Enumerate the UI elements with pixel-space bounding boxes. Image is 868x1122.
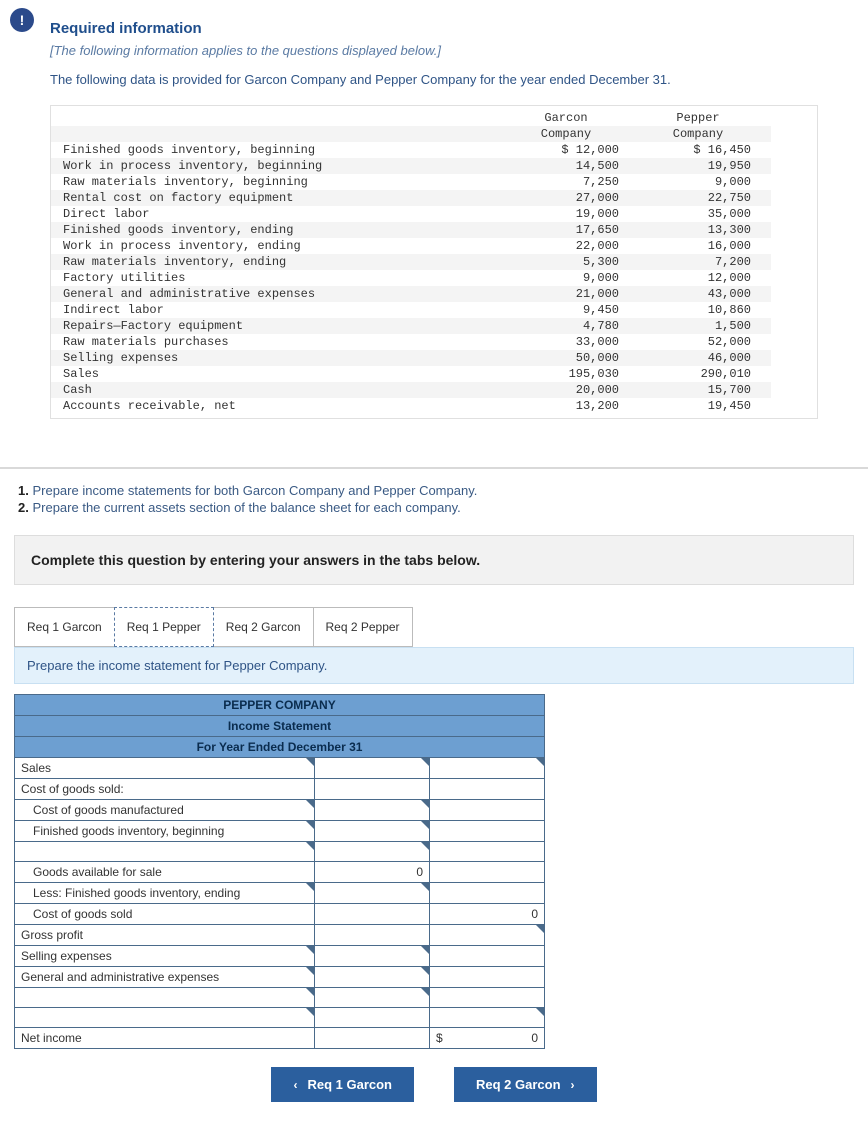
data-row: Sales195,030290,010 [51, 366, 771, 382]
divider [0, 467, 868, 469]
data-header-row: CompanyCompany [51, 126, 771, 142]
instruction-box: Complete this question by entering your … [14, 535, 854, 585]
row-cogs-value: 0 [430, 904, 545, 925]
cell-blank [315, 925, 430, 946]
row-blank-label[interactable] [15, 842, 315, 862]
cell-blank [430, 883, 545, 904]
cell-blank [315, 1008, 430, 1028]
row-gaexp-label[interactable]: General and administrative expenses [15, 967, 315, 988]
data-row: Work in process inventory, ending22,0001… [51, 238, 771, 254]
prev-button-label: Req 1 Garcon [307, 1077, 392, 1092]
data-row: Raw materials purchases33,00052,000 [51, 334, 771, 350]
prev-button[interactable]: ‹ Req 1 Garcon [271, 1067, 414, 1102]
cell-blank [430, 800, 545, 821]
row-cogm-label[interactable]: Cost of goods manufactured [15, 800, 315, 821]
row-sellexp-label[interactable]: Selling expenses [15, 946, 315, 967]
task-1: 1. Prepare income statements for both Ga… [18, 483, 854, 498]
row-blank3-input[interactable] [430, 1008, 545, 1028]
answer-title-header: Income Statement [15, 716, 545, 737]
row-cogs-label: Cost of goods sold [15, 904, 315, 925]
row-sellexp-input[interactable] [315, 946, 430, 967]
answer-period-header: For Year Ended December 31 [15, 737, 545, 758]
row-sales-input1[interactable] [315, 758, 430, 779]
row-gafs-label: Goods available for sale [15, 862, 315, 883]
sub-instruction: Prepare the income statement for Pepper … [14, 647, 854, 684]
row-ni-label: Net income [15, 1028, 315, 1049]
data-row: Rental cost on factory equipment27,00022… [51, 190, 771, 206]
data-header-row: GarconPepper [51, 110, 771, 126]
data-row: Work in process inventory, beginning14,5… [51, 158, 771, 174]
cell-blank [430, 862, 545, 883]
row-blank2-label[interactable] [15, 988, 315, 1008]
tab-req2-pepper[interactable]: Req 2 Pepper [313, 607, 413, 647]
intro-text: The following data is provided for Garco… [50, 72, 818, 87]
data-row: General and administrative expenses21,00… [51, 286, 771, 302]
row-blank2-input[interactable] [315, 988, 430, 1008]
row-gp-input[interactable] [430, 925, 545, 946]
row-lessfgend-label[interactable]: Less: Finished goods inventory, ending [15, 883, 315, 904]
question-stem: Required information [The following info… [0, 0, 868, 439]
task-2: 2. Prepare the current assets section of… [18, 500, 854, 515]
cell-blank [430, 967, 545, 988]
answer-company-header: PEPPER COMPANY [15, 695, 545, 716]
row-fgbeg-label[interactable]: Finished goods inventory, beginning [15, 821, 315, 842]
data-row: Finished goods inventory, ending17,65013… [51, 222, 771, 238]
chevron-right-icon: › [571, 1078, 575, 1092]
next-button[interactable]: Req 2 Garcon › [454, 1067, 597, 1102]
data-table: GarconPepperCompanyCompanyFinished goods… [50, 105, 818, 419]
cell-blank [315, 904, 430, 925]
data-row: Raw materials inventory, beginning7,2509… [51, 174, 771, 190]
data-row: Repairs—Factory equipment4,7801,500 [51, 318, 771, 334]
data-row: Accounts receivable, net13,20019,450 [51, 398, 771, 414]
cell-blank [430, 946, 545, 967]
row-fgbeg-input[interactable] [315, 821, 430, 842]
data-row: Raw materials inventory, ending5,3007,20… [51, 254, 771, 270]
required-info-heading: Required information [50, 20, 818, 37]
tab-req1-pepper[interactable]: Req 1 Pepper [114, 607, 214, 647]
row-gp-label: Gross profit [15, 925, 315, 946]
data-row: Direct labor19,00035,000 [51, 206, 771, 222]
tab-req1-garcon[interactable]: Req 1 Garcon [14, 607, 115, 647]
row-lessfgend-input[interactable] [315, 883, 430, 904]
row-blank-input[interactable] [315, 842, 430, 862]
data-row: Finished goods inventory, beginning$ 12,… [51, 142, 771, 158]
cell-blank [430, 821, 545, 842]
row-gafs-value: 0 [315, 862, 430, 883]
cell-blank [430, 842, 545, 862]
row-ni-value: $0 [430, 1028, 545, 1049]
row-cogs-header: Cost of goods sold: [15, 779, 315, 800]
row-sales-label[interactable]: Sales [15, 758, 315, 779]
next-button-label: Req 2 Garcon [476, 1077, 561, 1092]
row-blank3-label[interactable] [15, 1008, 315, 1028]
chevron-left-icon: ‹ [293, 1078, 297, 1092]
row-gaexp-input[interactable] [315, 967, 430, 988]
cell-blank [430, 779, 545, 800]
row-sales-input2[interactable] [430, 758, 545, 779]
context-note: [The following information applies to th… [50, 43, 818, 58]
data-row: Indirect labor9,45010,860 [51, 302, 771, 318]
tab-req2-garcon[interactable]: Req 2 Garcon [213, 607, 314, 647]
cell-blank [315, 1028, 430, 1049]
answer-table: PEPPER COMPANY Income Statement For Year… [14, 694, 545, 1049]
data-row: Cash20,00015,700 [51, 382, 771, 398]
row-cogm-input[interactable] [315, 800, 430, 821]
data-row: Factory utilities9,00012,000 [51, 270, 771, 286]
tab-strip: Req 1 Garcon Req 1 Pepper Req 2 Garcon R… [14, 607, 854, 647]
data-row: Selling expenses50,00046,000 [51, 350, 771, 366]
cell-blank [430, 988, 545, 1008]
cell-blank [315, 779, 430, 800]
